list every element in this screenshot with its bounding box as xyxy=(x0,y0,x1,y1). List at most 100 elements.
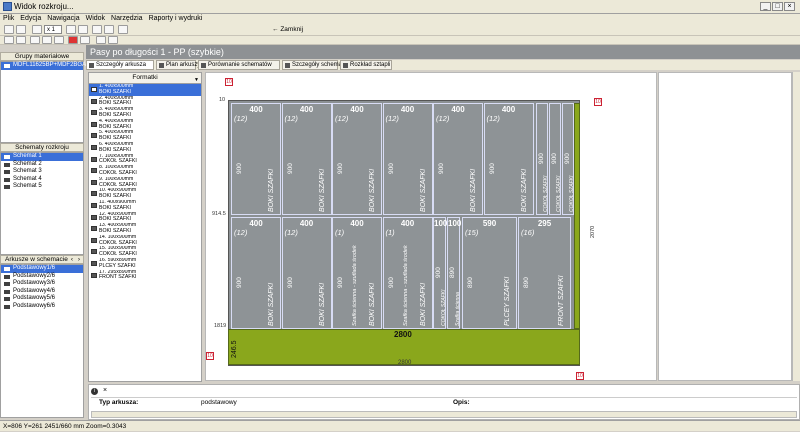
scheme-item[interactable]: Schemat 4 xyxy=(1,176,83,184)
fit-icon[interactable] xyxy=(92,25,102,34)
menu-item[interactable]: Narzędzia xyxy=(108,14,146,24)
close-window-button[interactable]: × xyxy=(784,2,795,11)
stop-icon[interactable] xyxy=(68,36,78,44)
piece-width: 400 xyxy=(501,105,516,114)
sheet-item[interactable]: Podstawowy5/6 xyxy=(1,295,83,303)
tab-3[interactable]: Porównanie schematów xyxy=(198,60,280,70)
piece-qty: (16) xyxy=(521,228,535,237)
refresh-icon[interactable] xyxy=(104,25,114,34)
next-sheet-icon[interactable]: › xyxy=(78,256,80,264)
zoom-select[interactable]: x 1 xyxy=(44,25,62,34)
vertical-scrollbar[interactable] xyxy=(792,72,800,381)
cut-piece[interactable]: 295 (16) 890 FRONT SZAFKI xyxy=(518,217,571,329)
piece-qty: (12) xyxy=(234,228,248,237)
sheet-item[interactable]: Podstawowy1/6 xyxy=(1,265,83,273)
formatka-item[interactable]: 12. 400x900mm BOKI SZAFKI xyxy=(89,212,201,224)
formatka-item[interactable]: 14. 100x900mm COKOŁ SZAFKI xyxy=(89,235,201,247)
list-icon[interactable] xyxy=(96,36,106,44)
piece-height: 900 xyxy=(286,163,294,174)
sheet-item[interactable]: Podstawowy2/6 xyxy=(1,273,83,281)
horizontal-scrollbar[interactable] xyxy=(91,411,797,418)
info-icon: i xyxy=(91,388,98,395)
save-icon[interactable] xyxy=(4,25,14,34)
close-panel-icon[interactable]: × xyxy=(103,387,107,394)
formatka-swatch xyxy=(91,133,97,139)
piece-height: 900 xyxy=(236,163,243,174)
scheme-item[interactable]: Schemat 2 xyxy=(1,161,83,169)
formatka-item[interactable]: 1. 400x900mm BOKI SZAFKI xyxy=(89,84,201,96)
menu-item[interactable]: Raporty i wydruki xyxy=(146,14,206,24)
zamknij-button[interactable]: ← Zamknij xyxy=(272,25,312,35)
sheet-item[interactable]: Podstawowy6/6 xyxy=(1,303,83,311)
print-icon[interactable] xyxy=(16,25,26,34)
formatki-header[interactable]: Formatki ▼ xyxy=(89,73,201,84)
menu-item[interactable]: Widok xyxy=(83,14,108,24)
bottom-width-label: 2800 xyxy=(398,360,412,366)
cut-piece[interactable]: 900 COKOŁ SZAFKI xyxy=(549,103,562,215)
formatka-item[interactable]: 13. 400x900mm BOKI SZAFKI xyxy=(89,223,201,235)
tab-1[interactable]: Szczegóły arkusza xyxy=(86,60,154,70)
menu-item[interactable]: Plik xyxy=(0,14,17,24)
cut-piece[interactable]: 400 (12) 900 BOKI SZAFKI xyxy=(281,217,332,329)
formatka-item[interactable]: 16. 590x890mm PLCEY SZAFKI xyxy=(89,258,201,270)
flag-icon[interactable] xyxy=(54,36,64,44)
lock-icon[interactable] xyxy=(118,25,128,34)
cut-piece[interactable]: 400 (12) 900 BOKI SZAFKI xyxy=(483,103,534,215)
minimize-button[interactable]: _ xyxy=(760,2,771,11)
tab-4[interactable]: Szczegóły schematu xyxy=(282,60,347,70)
scheme-item[interactable]: Schemat 3 xyxy=(1,168,83,176)
zoom-in-icon[interactable] xyxy=(66,25,76,34)
cut-piece[interactable]: 400 (12) 900 BOKI SZAFKI xyxy=(231,103,281,215)
tab-2[interactable]: Plan arkuszy xyxy=(156,60,200,70)
formatka-item[interactable]: 11. 400x900mm BOKI SZAFKI xyxy=(89,200,201,212)
formatka-item[interactable]: 7. 100x900mm COKOŁ SZAFKI xyxy=(89,154,201,166)
material-item[interactable]: MDFL11625BP+MDF2BGA xyxy=(1,62,86,70)
formatka-item[interactable]: 15. 100x900mm COKOŁ SZAFKI xyxy=(89,246,201,258)
scheme-item[interactable]: Schemat 1 xyxy=(1,153,83,161)
zoom-out-icon[interactable] xyxy=(78,25,88,34)
sum-icon[interactable] xyxy=(42,36,52,44)
import-icon[interactable] xyxy=(16,36,26,44)
formatka-item[interactable]: 6. 400x900mm BOKI SZAFKI xyxy=(89,142,201,154)
menu-item[interactable]: Edycja xyxy=(17,14,44,24)
formatka-item[interactable]: 17. 295x890mm FRONT SZAFKI xyxy=(89,270,201,282)
tab-5[interactable]: Rozkład sztapli xyxy=(340,60,392,70)
properties-panel: i × Typ arkusza: podstawowy Opis: xyxy=(88,384,800,420)
cut-piece[interactable]: 400 (1) 900 BOKI SZAFKI Szafka ścienna - szu… xyxy=(332,217,382,329)
cut-piece[interactable]: 400 (12) 900 BOKI SZAFKI xyxy=(332,103,382,215)
cut-piece[interactable]: 400 (12) 900 BOKI SZAFKI xyxy=(382,103,433,215)
formatka-item[interactable]: 4. 400x900mm BOKI SZAFKI xyxy=(89,119,201,131)
prev-sheet-icon[interactable]: ‹ xyxy=(71,256,73,264)
scheme-item[interactable]: Schemat 5 xyxy=(1,183,83,191)
formatka-item[interactable]: 10. 400x900mm BOKI SZAFKI xyxy=(89,188,201,200)
cut-piece[interactable]: 900 COKOŁ SZAFKI xyxy=(562,103,575,215)
cut-piece[interactable]: 100 900 COKOŁ SZAFKI xyxy=(433,217,447,329)
formatka-swatch xyxy=(91,121,97,127)
layers-icon[interactable] xyxy=(30,36,40,44)
cut-piece[interactable]: 900 COKOŁ SZAFKI xyxy=(536,103,549,215)
formatka-item[interactable]: 5. 400x900mm BOKI SZAFKI xyxy=(89,130,201,142)
formatka-swatch xyxy=(91,87,97,92)
cut-piece[interactable]: 400 (12) 900 BOKI SZAFKI xyxy=(231,217,281,329)
piece-name: FRONT SZAFKI xyxy=(558,275,565,326)
cut-piece[interactable]: 400 (12) 900 BOKI SZAFKI xyxy=(433,103,483,215)
formatka-item[interactable]: 3. 400x900mm BOKI SZAFKI xyxy=(89,107,201,119)
settings-icon[interactable] xyxy=(80,36,90,44)
table-icon[interactable] xyxy=(108,36,118,44)
formatka-item[interactable]: 8. 100x900mm COKOŁ SZAFKI xyxy=(89,165,201,177)
waste-width-label: 2800 xyxy=(394,330,412,339)
menu-item[interactable]: Nawigacja xyxy=(44,14,82,24)
cut-piece[interactable]: 590 (15) 890 PLCEY SZAFKI xyxy=(462,217,517,329)
cut-piece[interactable]: 100 890 Szafka ścienna xyxy=(447,217,461,329)
maximize-button[interactable]: □ xyxy=(772,2,783,11)
formatka-item[interactable]: 9. 100x900mm COKOŁ SZAFKI xyxy=(89,177,201,189)
sheet-item[interactable]: Podstawowy3/6 xyxy=(1,280,83,288)
formatka-swatch xyxy=(91,156,97,162)
cut-piece[interactable]: 400 (12) 900 BOKI SZAFKI xyxy=(281,103,332,215)
export-icon[interactable] xyxy=(4,36,14,44)
cut-piece[interactable]: 400 (1) 900 BOKI SZAFKI Szafka ścienna - szu… xyxy=(382,217,433,329)
formatka-item[interactable]: 2. 400x900mm BOKI SZAFKI xyxy=(89,96,201,108)
sheet-item[interactable]: Podstawowy4/6 xyxy=(1,288,83,296)
piece-qty: (12) xyxy=(234,114,248,123)
grid-icon[interactable] xyxy=(32,25,42,34)
